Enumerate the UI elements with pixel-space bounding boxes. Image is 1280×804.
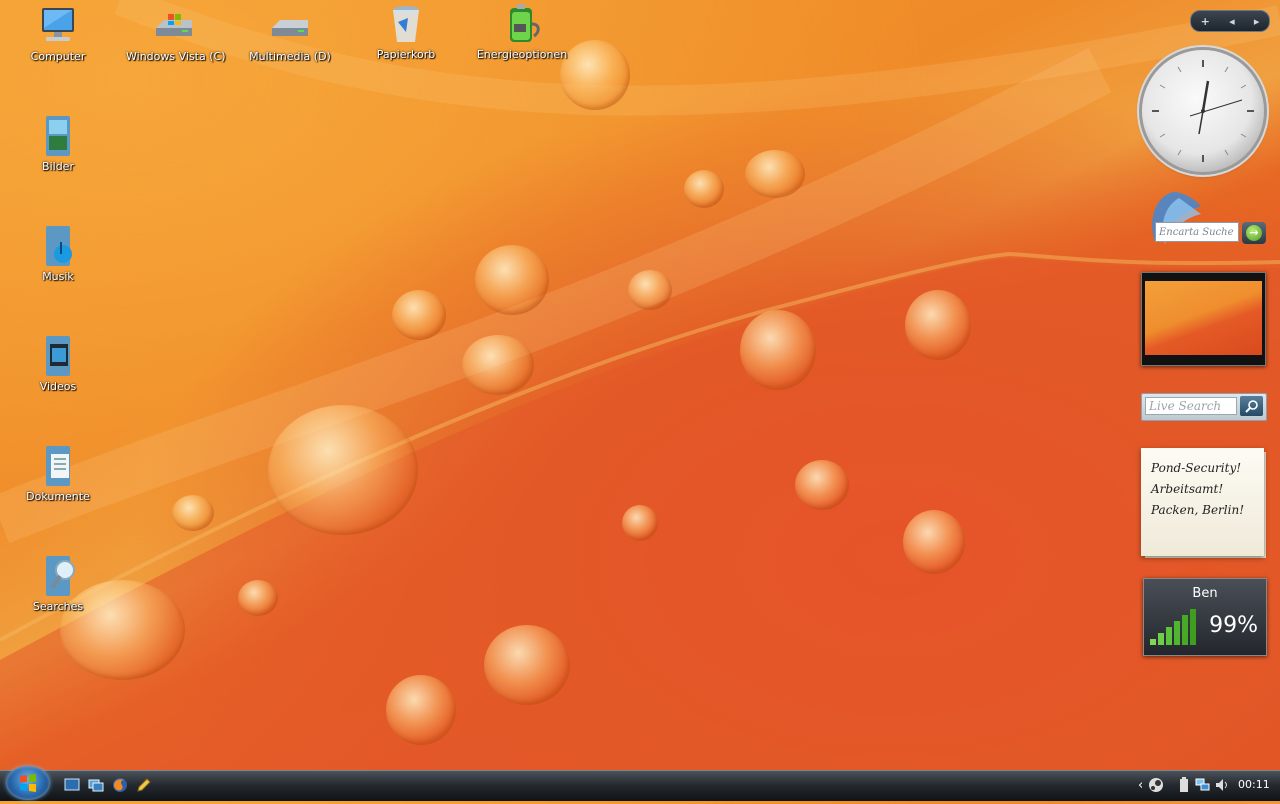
live-search-field[interactable]: Live Search	[1145, 397, 1237, 415]
water-drop	[560, 40, 630, 110]
search-icon	[1244, 400, 1258, 413]
wallpaper-petal-edge	[0, 0, 1280, 800]
windows-logo-icon	[20, 774, 36, 792]
live-search-button[interactable]	[1240, 396, 1263, 416]
water-drop	[172, 495, 214, 531]
water-drop	[740, 310, 816, 390]
slideshow-gadget[interactable]	[1141, 272, 1266, 366]
water-drop	[628, 270, 672, 310]
water-drop	[238, 580, 278, 616]
searches-folder-icon	[46, 556, 75, 596]
next-page-button[interactable]: ▸	[1254, 15, 1260, 28]
network-name: Ben	[1192, 586, 1218, 601]
documents-folder-icon	[46, 446, 70, 486]
pencil-icon[interactable]	[136, 777, 152, 793]
steam-icon[interactable]	[1147, 777, 1165, 793]
battery-icon[interactable]	[1177, 777, 1191, 793]
slideshow-picture	[1145, 281, 1262, 355]
firefox-icon[interactable]	[112, 777, 128, 793]
desktop-icon-computer[interactable]: Computer	[10, 4, 106, 63]
music-folder-icon	[46, 226, 72, 266]
desktop-icon-bilder[interactable]: Bilder	[10, 114, 106, 173]
desktop-icon-searches[interactable]: Searches	[10, 554, 106, 613]
water-drop	[903, 510, 965, 574]
wifi-signal-gadget[interactable]: Ben 99%	[1143, 578, 1267, 656]
desktop-icon-label: Dokumente	[26, 490, 90, 503]
water-drop	[745, 150, 805, 198]
computer-icon	[42, 8, 74, 41]
desktop-icon-dokumente[interactable]: Dokumente	[10, 444, 106, 503]
desktop-icon-papierkorb[interactable]: Papierkorb	[358, 2, 454, 61]
add-gadget-button[interactable]: +	[1201, 15, 1210, 28]
encarta-search-field[interactable]: Encarta Suche	[1155, 222, 1239, 242]
desktop-icon-label: Papierkorb	[376, 48, 436, 61]
volume-icon[interactable]	[1215, 777, 1229, 793]
pictures-folder-icon	[46, 116, 70, 156]
desktop-icon-label: Bilder	[42, 160, 74, 173]
desktop-icon-multimedia-d[interactable]: Multimedia (D)	[242, 4, 338, 63]
start-button[interactable]	[6, 766, 50, 800]
clock-face-icon	[1152, 60, 1254, 162]
desktop-icon-label: Computer	[30, 50, 86, 63]
taskbar	[0, 770, 1280, 801]
encarta-search-gadget: Encarta Suche →	[1143, 188, 1269, 252]
clock-time[interactable]: 00:11	[1238, 778, 1270, 791]
water-drop	[475, 245, 549, 315]
water-drop	[905, 290, 971, 360]
signal-bars-icon	[1150, 609, 1196, 645]
desktop-icon-label: Videos	[39, 380, 77, 393]
desktop-icon-label: Multimedia (D)	[249, 50, 331, 63]
show-desktop-icon[interactable]	[64, 777, 80, 793]
sidebar-controls: + ◂ ▸	[1190, 10, 1270, 32]
note-line: Packen, Berlin!	[1151, 503, 1245, 517]
desktop-icon-label: Musik	[42, 270, 74, 283]
clock-gadget[interactable]	[1142, 50, 1264, 172]
water-drop	[462, 335, 534, 395]
desktop-icon-videos[interactable]: Videos	[10, 334, 106, 393]
hard-drive-windows-icon	[156, 14, 192, 36]
encarta-go-button[interactable]: →	[1242, 222, 1266, 244]
switch-windows-icon[interactable]	[88, 777, 104, 793]
desktop-icon-label: Searches	[32, 600, 84, 613]
water-drop	[386, 675, 456, 745]
videos-folder-icon	[46, 336, 70, 376]
notes-gadget[interactable]: Pond-Security! Arbeitsamt! Packen, Berli…	[1141, 448, 1264, 556]
note-line: Pond-Security!	[1151, 461, 1242, 475]
hard-drive-icon	[272, 20, 308, 36]
water-drop	[622, 505, 658, 541]
live-search-gadget: Live Search	[1141, 393, 1267, 421]
desktop-icon-label: Windows Vista (C)	[126, 50, 226, 63]
tray-expand-button[interactable]: ‹	[1138, 778, 1143, 793]
note-line: Arbeitsamt!	[1151, 482, 1224, 496]
water-drop	[392, 290, 446, 340]
arrow-right-icon: →	[1246, 225, 1262, 241]
desktop-icon-windows-vista-c[interactable]: Windows Vista (C)	[126, 4, 226, 63]
water-drop	[795, 460, 849, 510]
recycle-bin-icon	[393, 6, 419, 42]
previous-page-button[interactable]: ◂	[1229, 15, 1235, 28]
network-icon[interactable]	[1195, 777, 1211, 793]
water-drop	[484, 625, 570, 705]
water-drop	[684, 170, 724, 208]
desktop-icon-energieoptionen[interactable]: Energieoptionen	[474, 2, 570, 61]
desktop-icon-musik[interactable]: Musik	[10, 224, 106, 283]
battery-plug-icon	[510, 4, 540, 42]
water-drop	[268, 405, 418, 535]
system-tray: ‹	[1138, 776, 1229, 794]
signal-percentage: 99%	[1209, 613, 1258, 638]
desktop-icon-label: Energieoptionen	[476, 48, 568, 61]
